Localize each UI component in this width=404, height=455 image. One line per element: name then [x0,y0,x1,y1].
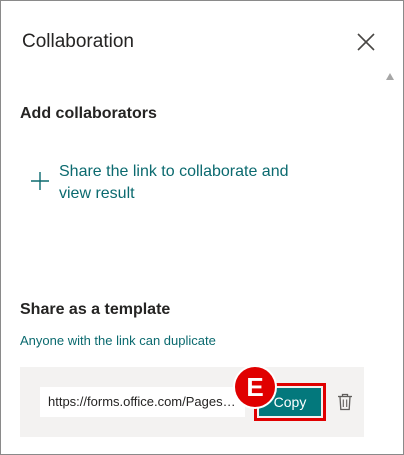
add-collaborators-heading: Add collaborators [20,105,157,122]
step-annotation-badge: E [235,367,275,407]
share-link-label: Share the link to collaborate and view r… [59,163,289,202]
plus-icon [31,172,49,190]
vertical-scrollbar[interactable] [383,65,399,451]
delete-link-button[interactable] [334,391,356,413]
duplicate-description: Anyone with the link can duplicate [20,333,216,348]
template-url-field[interactable] [40,387,245,417]
collaboration-panel: Collaboration Add collaborators Share th… [0,0,404,455]
panel-title: Collaboration [22,31,134,52]
scroll-up-arrow-icon[interactable] [386,73,394,80]
close-icon [357,33,375,51]
share-as-template-heading: Share as a template [20,301,171,318]
template-link-box: Copy [20,367,364,437]
trash-icon [338,393,352,411]
close-button[interactable] [351,27,381,57]
share-link-to-collaborate-button[interactable]: Share the link to collaborate and view r… [30,161,330,205]
